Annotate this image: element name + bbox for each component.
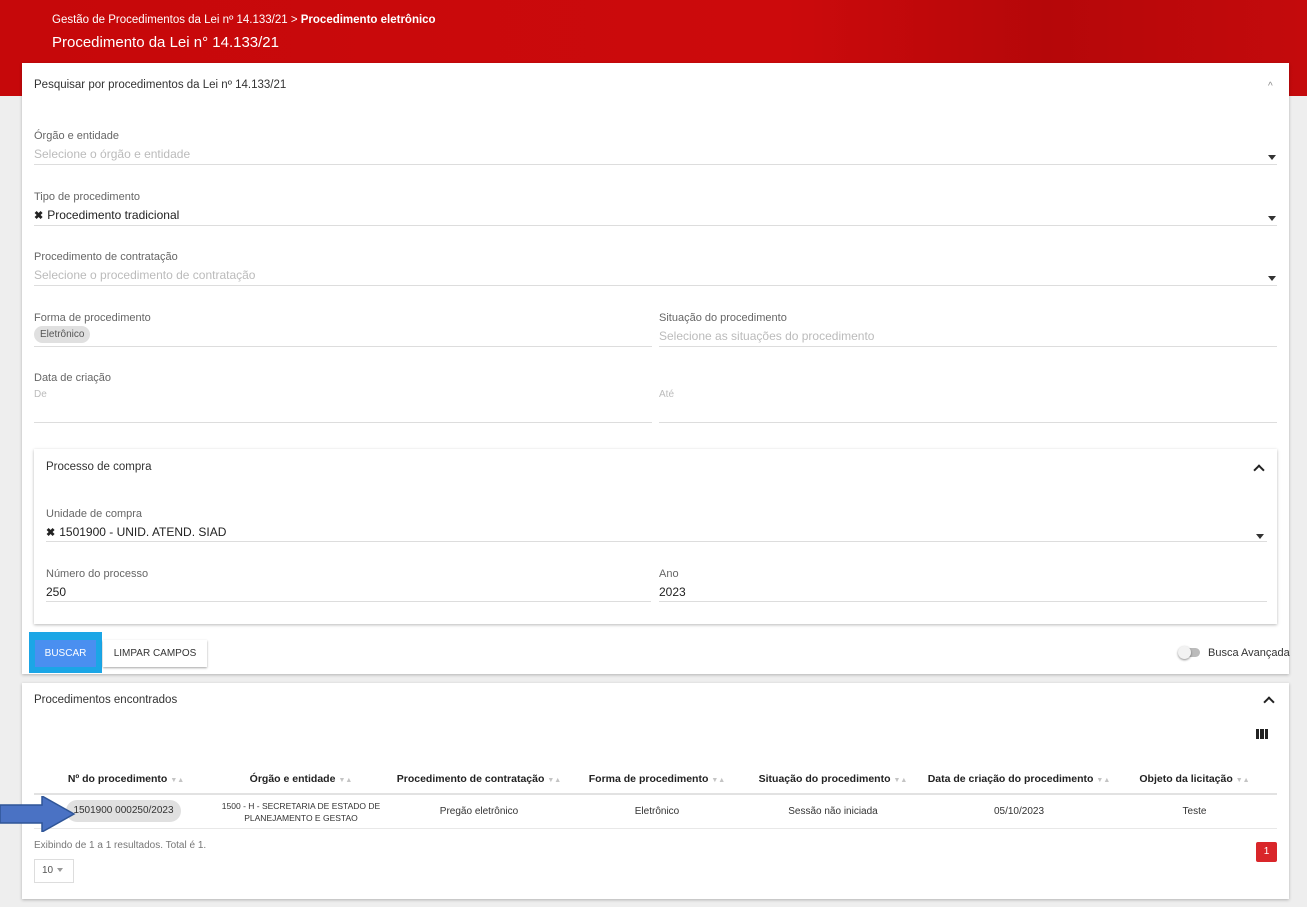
data-from-placeholder: De: [34, 389, 47, 400]
search-panel-title: Pesquisar por procedimentos da Lei nº 14…: [34, 79, 287, 91]
caret-down-icon[interactable]: [1268, 216, 1276, 221]
column-header-orgao[interactable]: Órgão e entidade ▼▲: [218, 773, 384, 785]
results-panel: [22, 683, 1289, 899]
results-title: Procedimentos encontrados: [34, 694, 178, 706]
columns-icon[interactable]: [1256, 729, 1268, 739]
data-to-field[interactable]: Até: [659, 372, 1277, 423]
table-cell-data: 05/10/2023: [993, 806, 1045, 817]
ano-input[interactable]: Ano 2023: [659, 568, 1267, 602]
sort-icon: ▼▲: [338, 777, 353, 784]
tipo-label: Tipo de procedimento: [34, 191, 140, 203]
contratacao-placeholder: Selecione o procedimento de contratação: [34, 268, 256, 282]
unidade-select[interactable]: Unidade de compra ✖ 1501900 - UNID. ATEND…: [46, 508, 1267, 542]
advanced-search-label: Busca Avançada: [1208, 647, 1290, 659]
column-header-data[interactable]: Data de criação do procedimento ▼▲: [926, 773, 1112, 785]
advanced-search-toggle[interactable]: [1178, 646, 1200, 659]
numero-label: Número do processo: [46, 568, 149, 580]
column-header-situacao[interactable]: Situação do procedimento ▼▲: [740, 773, 926, 785]
table-cell-forma: Eletrônico: [634, 806, 680, 817]
situacao-label: Situação do procedimento: [659, 312, 787, 324]
data-to-placeholder: Até: [659, 389, 675, 400]
sort-icon: ▼▲: [1235, 777, 1250, 784]
orgao-label: Órgão e entidade: [34, 130, 120, 142]
caret-down-icon[interactable]: [1256, 534, 1264, 539]
tipo-value: Procedimento tradicional: [47, 208, 180, 222]
data-from-field[interactable]: Data de criação De: [34, 372, 652, 423]
numero-value: 250: [46, 585, 67, 599]
collapse-chevron-icon[interactable]: ^: [1268, 81, 1273, 92]
caret-down-icon: [57, 868, 64, 873]
numero-processo-input[interactable]: Número do processo 250: [46, 568, 651, 602]
tipo-select[interactable]: Tipo de procedimento ✖ Procedimento tradi…: [34, 191, 1277, 226]
sort-icon: ▼▲: [711, 777, 726, 784]
column-header-contratacao[interactable]: Procedimento de contratação ▼▲: [384, 773, 574, 785]
breadcrumb-link[interactable]: Gestão de Procedimentos da Lei nº 14.133…: [52, 14, 288, 26]
sort-icon: ▼▲: [547, 777, 562, 784]
unidade-value: 1501900 - UNID. ATEND. SIAD: [59, 525, 227, 539]
orgao-placeholder: Selecione o órgão e entidade: [34, 147, 191, 161]
forma-chip[interactable]: Eletrônico: [34, 326, 91, 343]
contratacao-label: Procedimento de contratação: [34, 251, 178, 263]
table-cell-situacao: Sessão não iniciada: [788, 806, 878, 817]
ano-label: Ano: [659, 568, 679, 580]
data-label: Data de criação: [34, 372, 112, 384]
contratacao-select[interactable]: Procedimento de contratação Selecione o …: [34, 251, 1277, 286]
caret-down-icon[interactable]: [1268, 155, 1276, 160]
pagination-page-1[interactable]: 1: [1256, 842, 1277, 862]
pointer-arrow-icon: [0, 796, 76, 832]
page-size-select[interactable]: 10: [34, 859, 74, 883]
page-title: Procedimento da Lei n° 14.133/21: [52, 34, 279, 51]
procedure-number-chip[interactable]: 1501900 000250/2023: [66, 800, 181, 822]
column-header-objeto[interactable]: Objeto da licitação ▼▲: [1112, 773, 1277, 785]
clear-x-icon[interactable]: ✖: [46, 527, 55, 539]
clear-fields-button[interactable]: LIMPAR CAMPOS: [103, 640, 207, 667]
unidade-label: Unidade de compra: [46, 508, 143, 520]
ano-value: 2023: [659, 585, 686, 599]
column-header-numero[interactable]: Nº do procedimento ▼▲: [34, 773, 218, 785]
table-cell-objeto: Teste: [1182, 806, 1207, 817]
sort-icon: ▼▲: [1096, 777, 1111, 784]
sort-icon: ▼▲: [893, 777, 908, 784]
breadcrumb-separator: >: [287, 14, 301, 26]
forma-select[interactable]: Forma de procedimento Eletrônico: [34, 312, 652, 347]
search-button[interactable]: BUSCAR: [35, 640, 96, 667]
situacao-select[interactable]: Situação do procedimento Selecione as si…: [659, 312, 1277, 347]
table-cell-contratacao: Pregão eletrônico: [439, 806, 519, 817]
sort-icon: ▼▲: [170, 777, 185, 784]
breadcrumb: Gestão de Procedimentos da Lei nº 14.133…: [52, 14, 436, 26]
situacao-placeholder: Selecione as situações do procedimento: [659, 329, 875, 343]
orgao-select[interactable]: Órgão e entidade Selecione o órgão e ent…: [34, 130, 1277, 165]
clear-x-icon[interactable]: ✖: [34, 210, 43, 222]
processo-compra-title: Processo de compra: [46, 461, 152, 473]
column-header-forma[interactable]: Forma de procedimento ▼▲: [574, 773, 740, 785]
caret-down-icon[interactable]: [1268, 276, 1276, 281]
forma-label: Forma de procedimento: [34, 312, 151, 324]
breadcrumb-current: Procedimento eletrônico: [300, 14, 436, 26]
table-cell-orgao: 1500 - H - SECRETARIA DE ESTADO DE PLANE…: [221, 801, 381, 823]
results-summary: Exibindo de 1 a 1 resultados. Total é 1.: [34, 840, 207, 851]
